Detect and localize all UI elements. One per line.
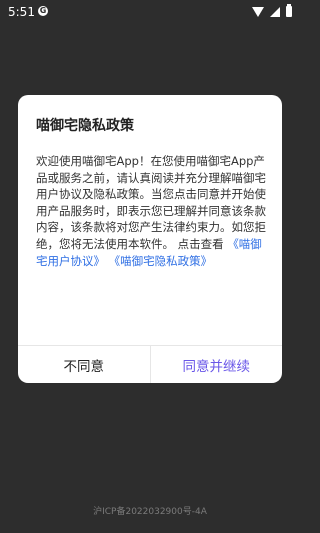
privacy-dialog: 喵御宅隐私政策 欢迎使用喵御宅App！在您使用喵御宅App产品或服务之前，请认真… bbox=[18, 95, 282, 383]
dialog-body: 欢迎使用喵御宅App！在您使用喵御宅App产品或服务之前，请认真阅读并充分理解喵… bbox=[36, 153, 266, 269]
wifi-icon bbox=[252, 6, 264, 17]
status-time: 5:51 bbox=[8, 5, 35, 19]
icp-footer: 沪ICP备2022032900号-4A bbox=[93, 507, 207, 517]
privacy-policy-link[interactable]: 《喵御宅隐私政策》 bbox=[109, 254, 213, 268]
dialog-button-bar: 不同意 同意并继续 bbox=[18, 345, 282, 383]
accept-continue-button[interactable]: 同意并继续 bbox=[151, 346, 283, 383]
dialog-title: 喵御宅隐私政策 bbox=[36, 117, 134, 133]
reject-button[interactable]: 不同意 bbox=[18, 346, 151, 383]
status-bar: 5:51 G bbox=[0, 0, 300, 24]
status-icons bbox=[252, 4, 292, 17]
notification-icon: G bbox=[38, 6, 48, 16]
battery-icon bbox=[286, 4, 292, 17]
signal-icon bbox=[270, 6, 280, 17]
view-prefix: 点击查看 bbox=[177, 236, 224, 251]
